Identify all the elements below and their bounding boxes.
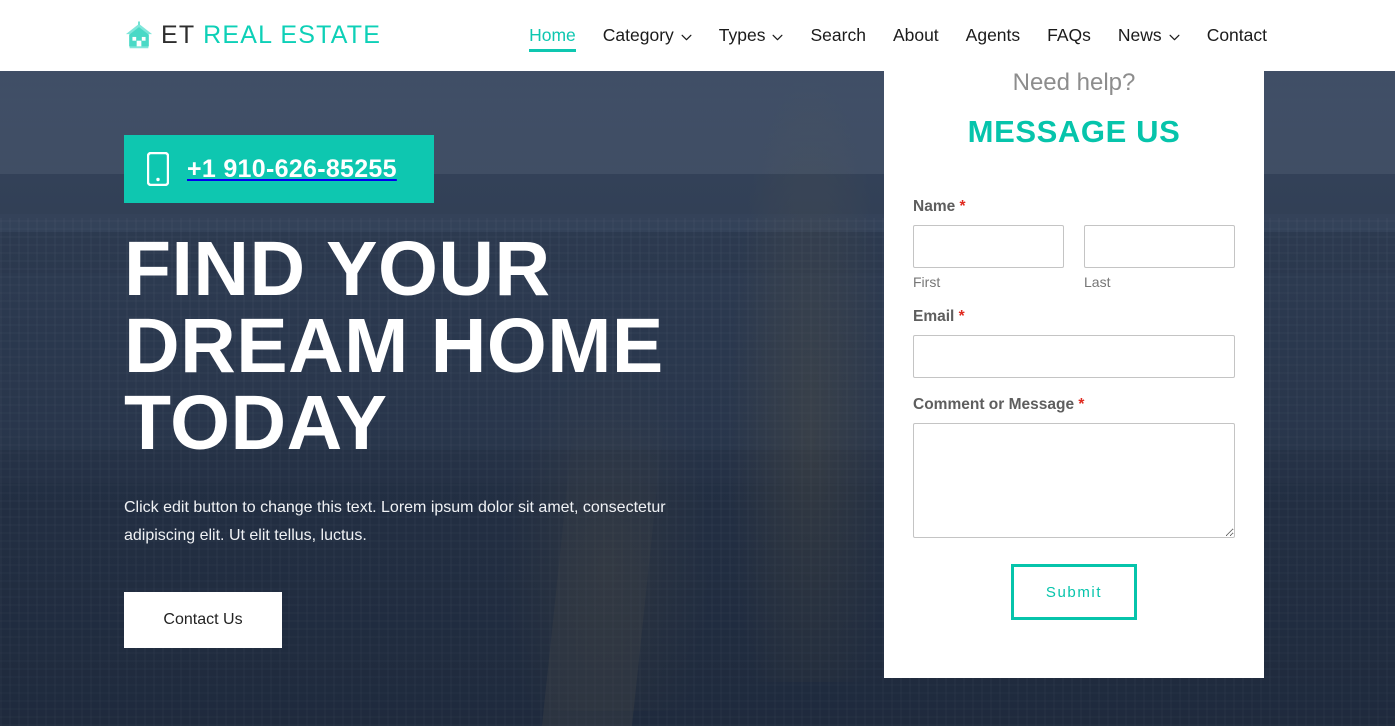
chevron-down-icon: [772, 34, 783, 40]
mobile-phone-icon: [147, 152, 169, 186]
email-required-asterisk: *: [958, 308, 965, 326]
email-label: Email *: [913, 308, 1235, 326]
name-label: Name *: [913, 198, 1235, 216]
nav-label-news: News: [1117, 25, 1162, 45]
page-stage: ET REAL ESTATE Home Category Types Searc…: [0, 0, 1395, 726]
logo-text-dark: ET: [161, 21, 195, 49]
submit-row: Submit: [913, 564, 1235, 621]
last-name-column: Last: [1084, 225, 1235, 290]
first-name-input[interactable]: [913, 225, 1064, 269]
nav-item-category[interactable]: Category: [603, 0, 692, 71]
first-name-sublabel: First: [913, 274, 941, 291]
nav-item-types[interactable]: Types: [719, 0, 784, 71]
nav-item-search[interactable]: Search: [810, 0, 865, 71]
phone-badge[interactable]: +1 910-626-85255: [124, 135, 434, 203]
field-message: Comment or Message *: [913, 396, 1235, 539]
panel-title: Message Us: [967, 114, 1181, 150]
field-email: Email *: [913, 308, 1235, 379]
nav-label-category: Category: [602, 25, 674, 45]
chevron-down-icon: [681, 34, 692, 40]
hero-subtitle: Click edit button to change this text. L…: [124, 499, 666, 544]
nav-item-news[interactable]: News: [1118, 0, 1180, 71]
message-required-asterisk: *: [1078, 396, 1085, 414]
nav-item-agents[interactable]: Agents: [966, 0, 1020, 71]
last-name-sublabel: Last: [1084, 274, 1111, 291]
nav-label-home: Home: [529, 25, 576, 45]
contact-form: Name * First Last Email * Comment or Mes…: [913, 198, 1235, 621]
nav-item-contact[interactable]: Contact: [1207, 0, 1267, 71]
nav-item-about[interactable]: About: [893, 0, 939, 71]
message-label: Comment or Message *: [913, 396, 1235, 414]
message-label-text: Comment or Message: [913, 396, 1075, 414]
nav-label-about: About: [892, 25, 939, 45]
chevron-down-icon: [1169, 34, 1180, 40]
contact-us-button[interactable]: Contact Us: [124, 592, 282, 648]
message-us-panel: Need help? Message Us Name * First Last: [884, 52, 1264, 678]
last-name-input[interactable]: [1084, 225, 1235, 269]
name-required-asterisk: *: [959, 198, 966, 216]
panel-eyebrow: Need help?: [1012, 69, 1136, 96]
nav-label-agents: Agents: [965, 25, 1021, 45]
first-name-column: First: [913, 225, 1064, 290]
logo-text: ET REAL ESTATE: [161, 21, 381, 50]
field-name: Name * First Last: [913, 198, 1235, 290]
house-icon: [125, 20, 153, 48]
main-navigation: Home Category Types Search About Agents …: [529, 0, 1267, 71]
logo-text-accent: REAL ESTATE: [203, 21, 382, 49]
hero-title: Find Your Dream Home Today: [124, 226, 664, 466]
email-input[interactable]: [913, 335, 1235, 379]
hero-section: +1 910-626-85255 Find Your Dream Home To…: [124, 135, 844, 648]
phone-number-text: +1 910-626-85255: [187, 155, 397, 183]
message-textarea[interactable]: [913, 423, 1235, 539]
site-logo[interactable]: ET REAL ESTATE: [124, 20, 381, 51]
name-inputs-row: First Last: [913, 225, 1235, 290]
site-header: ET REAL ESTATE Home Category Types Searc…: [0, 0, 1395, 71]
nav-label-faqs: FAQs: [1047, 25, 1091, 45]
nav-label-types: Types: [718, 25, 766, 45]
nav-label-search: Search: [810, 25, 866, 45]
nav-item-home[interactable]: Home: [529, 0, 576, 71]
nav-label-contact: Contact: [1206, 25, 1267, 45]
nav-item-faqs[interactable]: FAQs: [1047, 0, 1091, 71]
submit-button[interactable]: Submit: [1011, 564, 1137, 621]
name-label-text: Name: [913, 198, 956, 216]
email-label-text: Email: [913, 308, 955, 326]
